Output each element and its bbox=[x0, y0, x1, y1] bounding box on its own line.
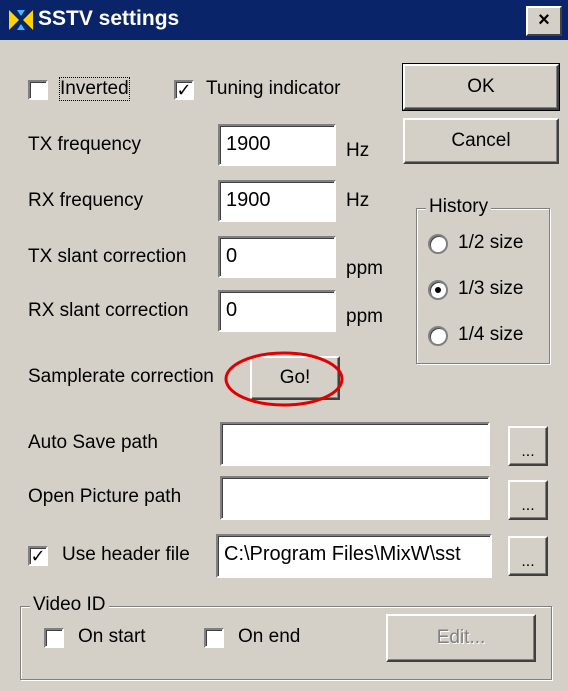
history-quarter-radio[interactable] bbox=[428, 326, 448, 346]
open-picture-browse-button[interactable]: ... bbox=[508, 480, 548, 520]
close-button[interactable]: × bbox=[526, 6, 562, 36]
edit-video-id-button[interactable]: Edit... bbox=[386, 614, 536, 662]
header-file-browse-button[interactable]: ... bbox=[508, 536, 548, 576]
open-picture-path-input[interactable] bbox=[220, 476, 490, 520]
auto-save-path-input[interactable] bbox=[220, 422, 490, 466]
ok-button[interactable]: OK bbox=[402, 63, 560, 111]
history-option-label[interactable]: 1/3 size bbox=[458, 278, 523, 300]
radio-selected-dot bbox=[435, 287, 441, 293]
history-option-label[interactable]: 1/2 size bbox=[458, 232, 523, 254]
rx-slant-unit: ppm bbox=[346, 306, 383, 327]
tx-slant-label: TX slant correction bbox=[28, 246, 187, 267]
app-icon bbox=[9, 10, 33, 30]
history-option-label[interactable]: 1/4 size bbox=[458, 324, 523, 346]
tuning-indicator-checkbox[interactable]: ✓ bbox=[174, 80, 194, 100]
open-picture-path-label: Open Picture path bbox=[28, 486, 182, 507]
rx-frequency-input[interactable]: 1900 bbox=[218, 180, 336, 222]
inverted-label[interactable]: Inverted bbox=[59, 77, 130, 101]
on-start-label[interactable]: On start bbox=[78, 626, 146, 648]
tx-slant-input[interactable]: 0 bbox=[218, 236, 336, 278]
inverted-checkbox[interactable] bbox=[28, 80, 48, 100]
use-header-file-label[interactable]: Use header file bbox=[62, 544, 190, 566]
tx-frequency-unit: Hz bbox=[346, 140, 370, 161]
tuning-indicator-label[interactable]: Tuning indicator bbox=[206, 78, 340, 100]
rx-slant-input[interactable]: 0 bbox=[218, 290, 336, 332]
title-bar: SSTV settings × bbox=[0, 0, 568, 40]
on-start-checkbox[interactable] bbox=[44, 628, 64, 648]
cancel-button[interactable]: Cancel bbox=[403, 118, 559, 164]
rx-frequency-label: RX frequency bbox=[28, 190, 144, 211]
header-file-path-input[interactable]: C:\Program Files\MixW\sst bbox=[216, 534, 492, 578]
history-third-radio[interactable] bbox=[428, 280, 448, 300]
video-id-group-title: Video ID bbox=[30, 594, 109, 616]
history-half-radio[interactable] bbox=[428, 234, 448, 254]
auto-save-browse-button[interactable]: ... bbox=[508, 426, 548, 466]
on-end-checkbox[interactable] bbox=[204, 628, 224, 648]
tx-slant-unit: ppm bbox=[346, 258, 383, 279]
auto-save-path-label: Auto Save path bbox=[28, 432, 158, 453]
rx-slant-label: RX slant correction bbox=[28, 300, 189, 321]
tx-frequency-label: TX frequency bbox=[28, 134, 141, 155]
on-end-label[interactable]: On end bbox=[238, 626, 300, 648]
rx-frequency-unit: Hz bbox=[346, 190, 370, 211]
window-title: SSTV settings bbox=[38, 7, 180, 30]
history-group-title: History bbox=[426, 196, 492, 218]
use-header-file-checkbox[interactable]: ✓ bbox=[28, 546, 48, 566]
highlight-circle bbox=[224, 351, 344, 407]
tx-frequency-input[interactable]: 1900 bbox=[218, 124, 336, 166]
samplerate-label: Samplerate correction bbox=[28, 366, 214, 387]
